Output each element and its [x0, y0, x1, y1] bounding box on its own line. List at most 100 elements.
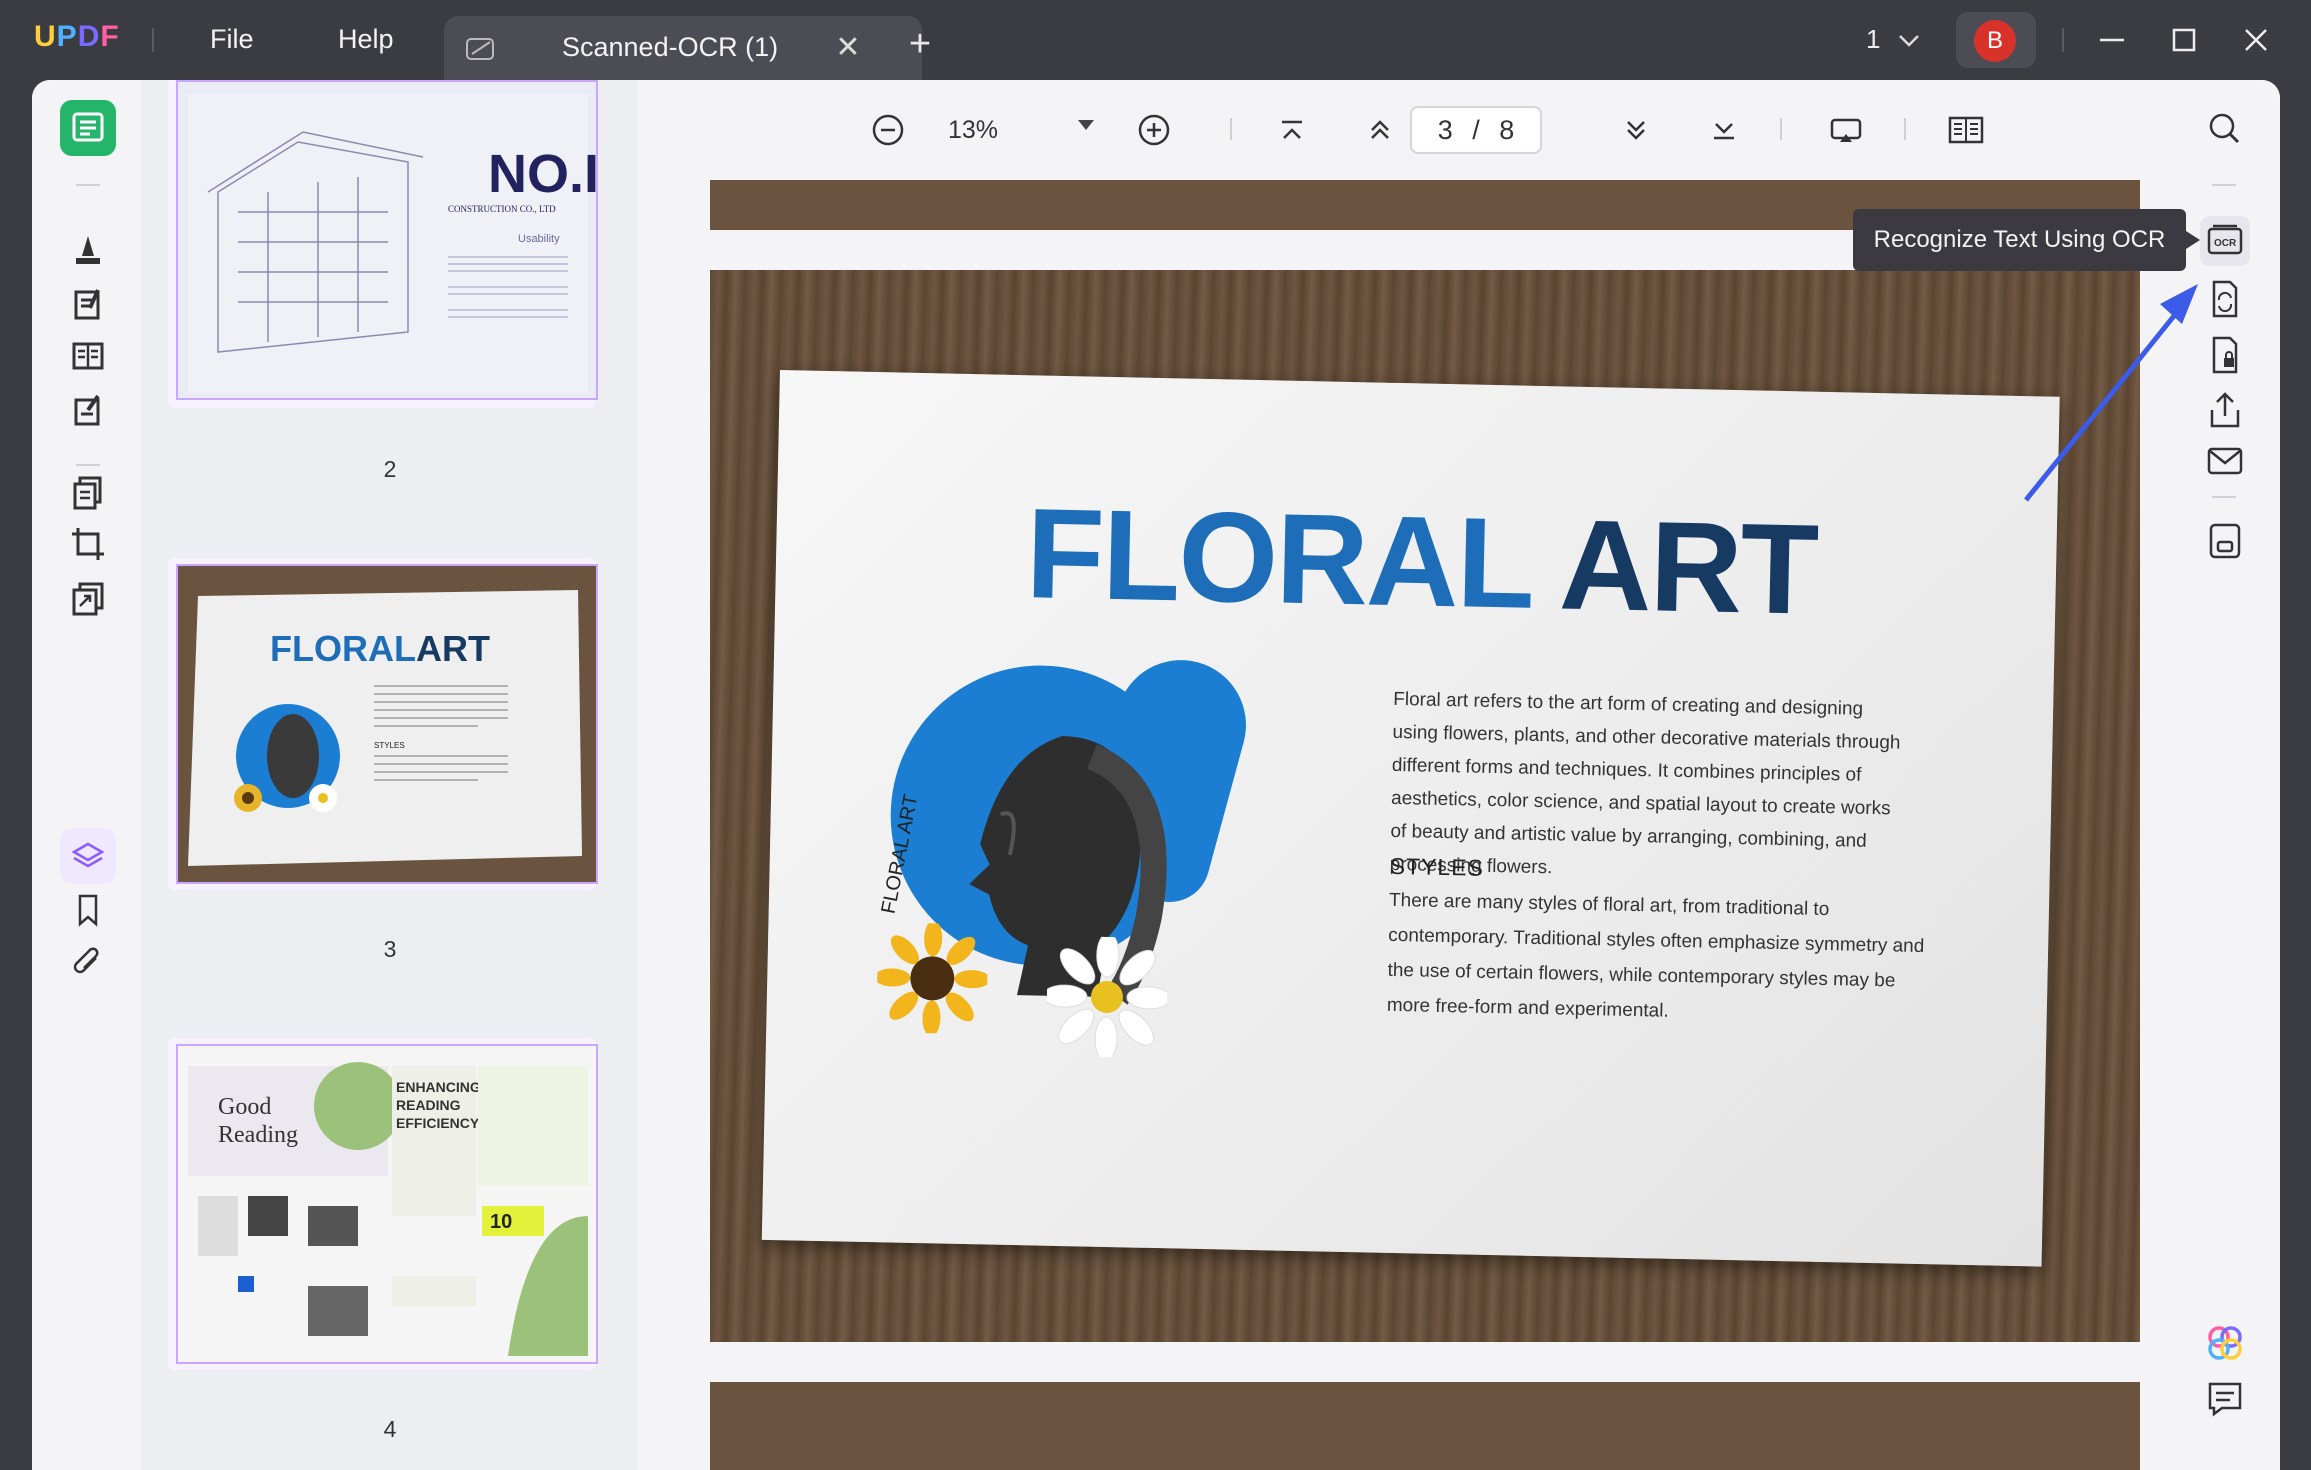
reader-icon: [72, 112, 104, 142]
crop-icon: [72, 528, 104, 560]
slideshow-icon: [1830, 118, 1862, 142]
convert-icon: [72, 582, 104, 616]
two-page-view-icon: [1948, 116, 1984, 144]
crop-tool-button[interactable]: [60, 516, 116, 572]
presentation-button[interactable]: [1824, 108, 1868, 152]
left-tool-rail: [32, 80, 142, 1470]
first-page-button[interactable]: [1270, 108, 1314, 152]
svg-text:READING: READING: [396, 1097, 461, 1113]
thumbnail-label: 4: [383, 1416, 397, 1442]
account-button[interactable]: B: [1956, 12, 2036, 68]
organize-tool-button[interactable]: [60, 464, 116, 520]
ocr-tooltip: Recognize Text Using OCR: [1853, 209, 2200, 271]
zoom-level[interactable]: 13%: [948, 116, 998, 145]
layers-icon: [71, 842, 105, 868]
house-sketch-image: NO.I CONSTRUCTION CO., LTD Usability: [188, 94, 596, 394]
maximize-icon[interactable]: [2164, 20, 2204, 60]
thumbnail-page-4[interactable]: Good Reading ENHANCING READING EFFICIENC…: [168, 1038, 598, 1370]
ocr-button[interactable]: OCR: [2200, 216, 2250, 266]
edit-tool-button[interactable]: [60, 276, 116, 332]
search-button[interactable]: [2200, 104, 2250, 154]
next-page-button[interactable]: [1614, 108, 1658, 152]
save-icon: [2209, 523, 2241, 559]
thumbnail-page-2[interactable]: NO.I CONSTRUCTION CO., LTD Usability: [168, 80, 598, 408]
menu-file[interactable]: File: [210, 24, 254, 55]
styles-paragraph: There are many styles of floral art, fro…: [1386, 889, 1925, 1022]
bookmark-button[interactable]: [60, 882, 116, 938]
pdf-page-3[interactable]: FLORAL ART FLORAL ART Floral art refers …: [710, 270, 2140, 1342]
title-divider: [2062, 28, 2064, 52]
thumbnail-label: 2: [383, 456, 397, 482]
reader-tool-button[interactable]: [60, 100, 116, 156]
thumbnail-page-3[interactable]: FLORAL ART STYLES: [168, 558, 598, 890]
viewer-toolbar: 13% 3 / 8: [638, 80, 2168, 180]
form-icon: [72, 342, 104, 370]
tab-close-icon[interactable]: ✕: [828, 28, 868, 68]
rail-divider: [2212, 496, 2236, 498]
previous-page-button[interactable]: [1358, 108, 1402, 152]
toolbar-divider: [1780, 118, 1782, 140]
zoom-out-button[interactable]: [866, 108, 910, 152]
chat-icon: [2208, 1382, 2242, 1417]
page-number-field[interactable]: 3 / 8: [1410, 106, 1542, 154]
last-page-button[interactable]: [1702, 108, 1746, 152]
svg-text:OCR: OCR: [2214, 238, 2237, 249]
svg-text:10: 10: [490, 1211, 512, 1233]
double-chevron-down-icon: [1627, 121, 1645, 140]
document-title: FLORAL ART: [1025, 480, 1818, 644]
scanned-paper: FLORAL ART FLORAL ART Floral art refers …: [761, 370, 2060, 1267]
zoom-dropdown-icon[interactable]: [1078, 120, 1094, 130]
svg-text:STYLES: STYLES: [374, 741, 405, 750]
title-art: ART: [1558, 493, 1819, 642]
window-switcher[interactable]: 1: [1866, 24, 1920, 55]
minimize-icon[interactable]: [2092, 20, 2132, 60]
convert-tool-button[interactable]: [60, 570, 116, 626]
title-bar: UPDF File Help Scanned-OCR (1) ✕ + 1 B: [0, 0, 2311, 80]
svg-text:FLORAL: FLORAL: [270, 628, 416, 669]
bookmark-icon: [78, 894, 98, 927]
attachment-button[interactable]: [60, 936, 116, 992]
comment-tool-button[interactable]: [60, 222, 116, 278]
new-tab-button[interactable]: +: [904, 24, 936, 64]
toolbar-divider: [1904, 118, 1906, 140]
main-area: NO.I CONSTRUCTION CO., LTD Usability 2 F…: [32, 80, 2280, 1470]
ai-assistant-button[interactable]: [2200, 1318, 2250, 1368]
thumbnail-image: NO.I CONSTRUCTION CO., LTD Usability: [176, 80, 598, 400]
svg-text:Good: Good: [218, 1094, 271, 1120]
menu-help[interactable]: Help: [338, 24, 394, 55]
document-tab[interactable]: Scanned-OCR (1) ✕: [444, 16, 922, 80]
svg-text:Reading: Reading: [218, 1122, 298, 1148]
zoom-in-icon: [1138, 114, 1170, 146]
search-icon: [2209, 113, 2240, 144]
avatar: B: [1974, 20, 2016, 62]
edit-icon: [74, 289, 100, 320]
save-button[interactable]: [2200, 516, 2250, 566]
toolbar-divider: [1230, 118, 1232, 140]
next-page-edge: [710, 1382, 2140, 1470]
total-pages: 8: [1499, 115, 1515, 145]
current-page: 3: [1437, 115, 1453, 145]
updf-logo[interactable]: UPDF: [34, 20, 120, 54]
tab-title: Scanned-OCR (1): [562, 32, 779, 62]
thumbnail-panel: NO.I CONSTRUCTION CO., LTD Usability 2 F…: [142, 80, 638, 1470]
sign-tool-button[interactable]: [60, 382, 116, 438]
form-tool-button[interactable]: [60, 328, 116, 384]
svg-text:ART: ART: [416, 628, 490, 669]
thumbnail-image: Good Reading ENHANCING READING EFFICIENC…: [176, 1044, 598, 1364]
rail-divider: [76, 184, 100, 186]
close-window-icon[interactable]: [2236, 20, 2276, 60]
title-floral: FLORAL: [1024, 482, 1533, 636]
sunflower-image: [876, 922, 989, 1035]
layers-button[interactable]: [60, 828, 116, 884]
chat-button[interactable]: [2200, 1374, 2250, 1424]
rail-divider: [2212, 184, 2236, 186]
svg-text:CONSTRUCTION CO., LTD: CONSTRUCTION CO., LTD: [448, 204, 556, 214]
chevron-down-icon: [1898, 35, 1919, 47]
comment-icon: [76, 236, 100, 264]
ocr-icon: OCR: [2207, 224, 2243, 255]
page-separator: /: [1472, 115, 1480, 145]
svg-text:Usability: Usability: [518, 233, 560, 245]
styles-heading: STYLES: [1389, 852, 1485, 881]
zoom-in-button[interactable]: [1132, 108, 1176, 152]
page-layout-button[interactable]: [1944, 108, 1988, 152]
